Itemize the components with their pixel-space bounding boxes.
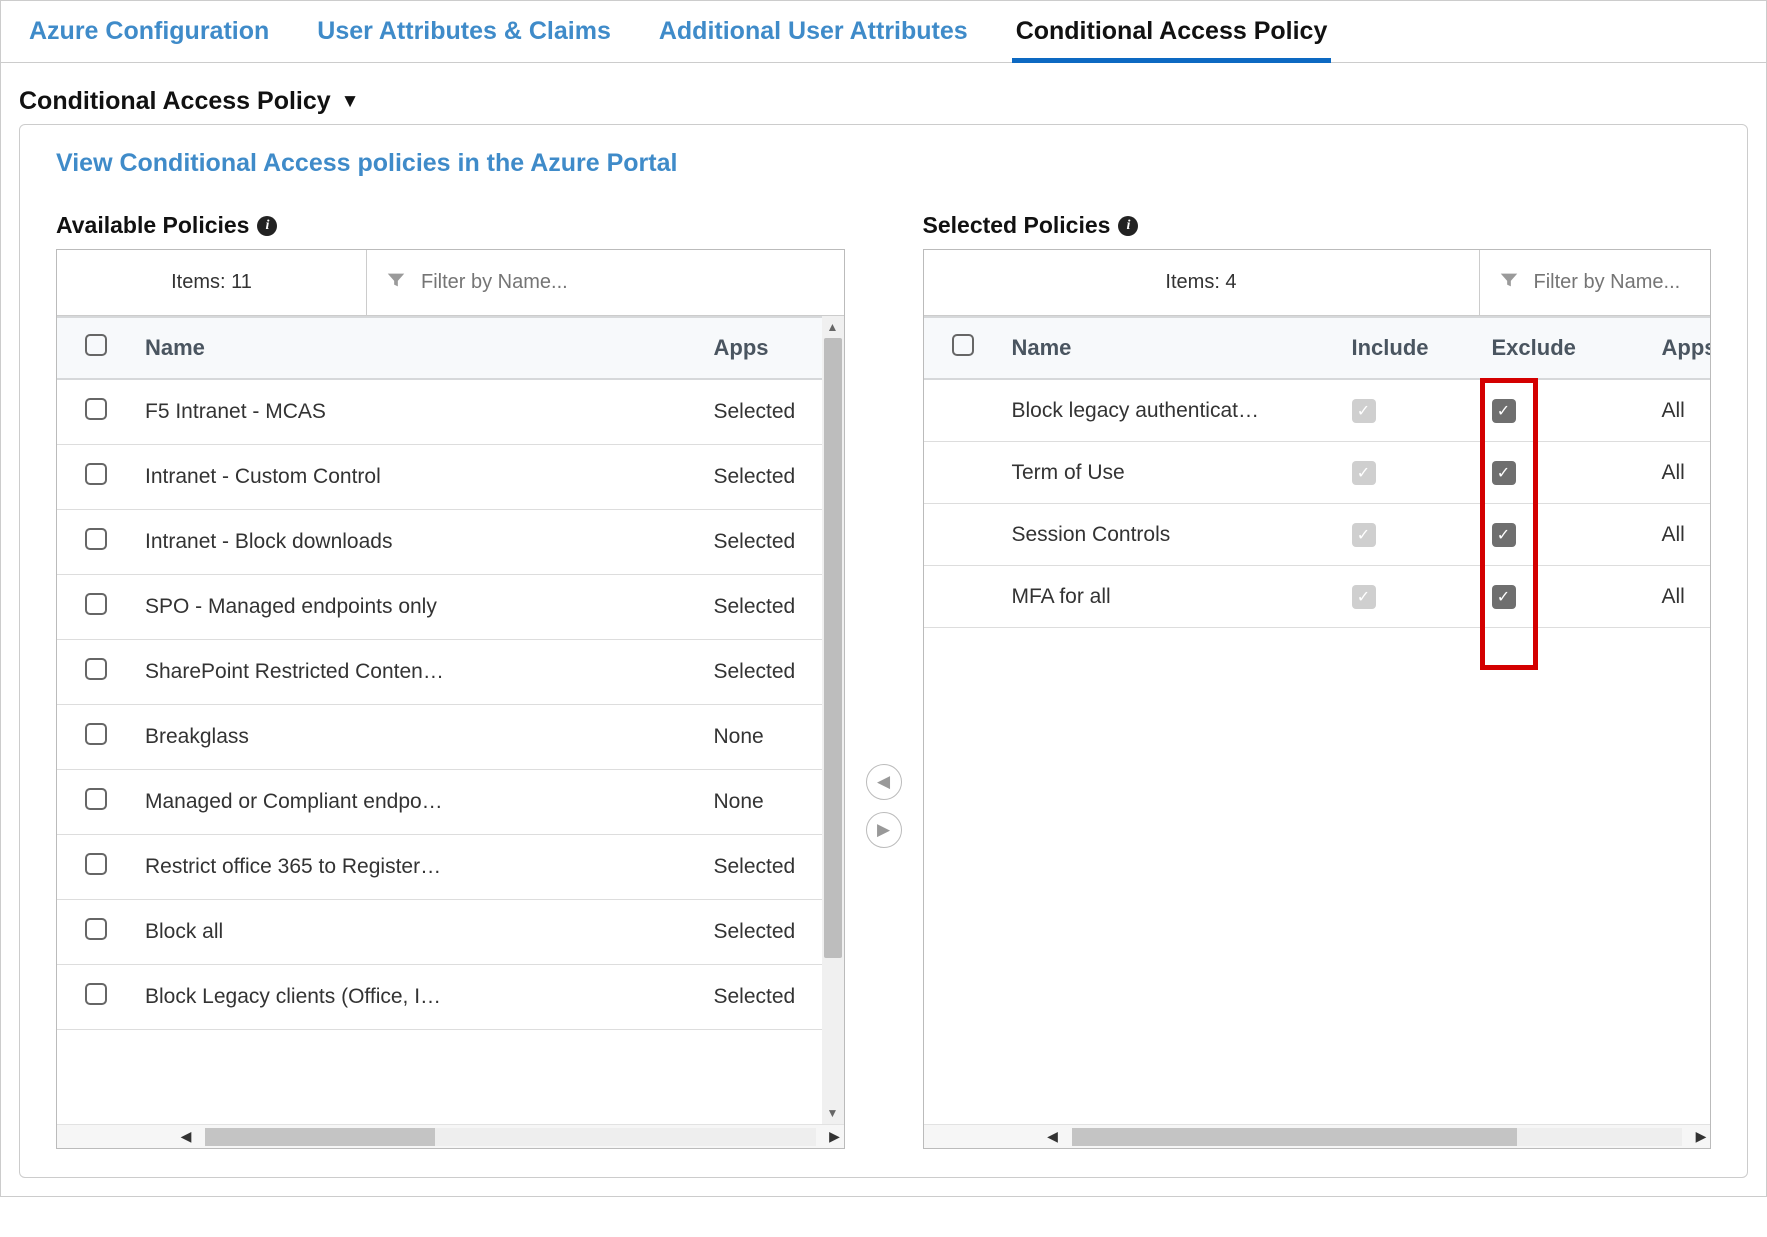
- table-row[interactable]: Managed or Compliant endpo…None: [57, 770, 844, 835]
- move-right-button[interactable]: ▶: [866, 812, 902, 848]
- policy-name: F5 Intranet - MCAS: [135, 379, 704, 445]
- move-left-button[interactable]: ◀: [866, 764, 902, 800]
- table-row[interactable]: SharePoint Restricted Conten…Selected: [57, 640, 844, 705]
- filter-icon: [1498, 269, 1520, 296]
- row-checkbox[interactable]: [85, 593, 107, 615]
- table-row[interactable]: Intranet - Block downloadsSelected: [57, 510, 844, 575]
- policy-name: Intranet - Custom Control: [135, 445, 704, 510]
- policy-name: SharePoint Restricted Conten…: [135, 640, 704, 705]
- available-items-count: Items: 11: [57, 250, 367, 315]
- policies-card: View Conditional Access policies in the …: [19, 124, 1748, 1178]
- include-checkbox[interactable]: ✓: [1352, 523, 1376, 547]
- table-row[interactable]: Intranet - Custom ControlSelected: [57, 445, 844, 510]
- exclude-checkbox[interactable]: ✓: [1492, 585, 1516, 609]
- table-row[interactable]: BreakglassNone: [57, 705, 844, 770]
- row-checkbox[interactable]: [85, 788, 107, 810]
- row-checkbox[interactable]: [85, 398, 107, 420]
- row-checkbox[interactable]: [85, 918, 107, 940]
- policy-name: Block Legacy clients (Office, I…: [135, 965, 704, 1030]
- policy-name: Term of Use: [1002, 442, 1342, 504]
- mover-buttons: ◀ ▶: [863, 462, 905, 1149]
- table-row[interactable]: MFA for all ✓ ✓ All: [924, 566, 1711, 628]
- include-checkbox[interactable]: ✓: [1352, 585, 1376, 609]
- col-include-header[interactable]: Include: [1342, 317, 1482, 379]
- row-checkbox[interactable]: [85, 983, 107, 1005]
- tab-azure-configuration[interactable]: Azure Configuration: [25, 13, 273, 62]
- tab-additional-user-attributes[interactable]: Additional User Attributes: [655, 13, 972, 62]
- selected-policies-title: Selected Policies: [923, 212, 1111, 239]
- row-checkbox[interactable]: [85, 528, 107, 550]
- vertical-scrollbar[interactable]: ▲ ▼: [822, 316, 844, 1124]
- table-row[interactable]: F5 Intranet - MCASSelected: [57, 379, 844, 445]
- available-policies-table: Name Apps F5 Intranet - MCASSelectedIntr…: [57, 316, 844, 1030]
- policy-apps: All: [1652, 566, 1711, 628]
- select-all-checkbox[interactable]: [85, 334, 107, 356]
- exclude-checkbox[interactable]: ✓: [1492, 523, 1516, 547]
- policy-name: Intranet - Block downloads: [135, 510, 704, 575]
- col-name-header[interactable]: Name: [135, 317, 704, 379]
- col-exclude-header[interactable]: Exclude: [1482, 317, 1652, 379]
- policy-apps: All: [1652, 379, 1711, 442]
- table-row[interactable]: Session Controls ✓ ✓ All: [924, 504, 1711, 566]
- horizontal-scrollbar[interactable]: ◀ ▶: [924, 1124, 1711, 1148]
- table-row[interactable]: Block legacy authenticat… ✓ ✓ All: [924, 379, 1711, 442]
- include-checkbox[interactable]: ✓: [1352, 399, 1376, 423]
- selected-policies-table: Name Include Exclude Apps Block legacy a…: [924, 316, 1711, 628]
- info-icon[interactable]: i: [257, 216, 277, 236]
- table-row[interactable]: Term of Use ✓ ✓ All: [924, 442, 1711, 504]
- exclude-checkbox[interactable]: ✓: [1492, 399, 1516, 423]
- policy-name: Restrict office 365 to Register…: [135, 835, 704, 900]
- table-row[interactable]: Block allSelected: [57, 900, 844, 965]
- policy-name: Managed or Compliant endpo…: [135, 770, 704, 835]
- selected-policies-panel: Selected Policies i Items: 4: [923, 212, 1712, 1149]
- horizontal-scrollbar[interactable]: ◀ ▶: [57, 1124, 844, 1148]
- policy-name: SPO - Managed endpoints only: [135, 575, 704, 640]
- filter-icon: [385, 269, 407, 296]
- row-checkbox[interactable]: [85, 463, 107, 485]
- row-checkbox[interactable]: [85, 853, 107, 875]
- tab-bar: Azure Configuration User Attributes & Cl…: [1, 1, 1766, 63]
- azure-portal-link[interactable]: View Conditional Access policies in the …: [56, 149, 1711, 178]
- col-name-header[interactable]: Name: [1002, 317, 1342, 379]
- table-row[interactable]: Block Legacy clients (Office, I…Selected: [57, 965, 844, 1030]
- policy-name: MFA for all: [1002, 566, 1342, 628]
- caret-down-icon: ▼: [341, 91, 360, 113]
- policy-apps: All: [1652, 504, 1711, 566]
- section-title-dropdown[interactable]: Conditional Access Policy ▼: [1, 63, 1766, 124]
- available-policies-title: Available Policies: [56, 212, 249, 239]
- available-filter-input[interactable]: [421, 271, 826, 294]
- policy-name: Session Controls: [1002, 504, 1342, 566]
- table-row[interactable]: Restrict office 365 to Register…Selected: [57, 835, 844, 900]
- app-root: Azure Configuration User Attributes & Cl…: [0, 0, 1767, 1197]
- col-apps-header[interactable]: Apps: [1652, 317, 1711, 379]
- selected-items-count: Items: 4: [924, 250, 1480, 315]
- section-title-text: Conditional Access Policy: [19, 87, 331, 116]
- include-checkbox[interactable]: ✓: [1352, 461, 1376, 485]
- tab-conditional-access-policy[interactable]: Conditional Access Policy: [1012, 13, 1332, 63]
- tab-user-attributes-claims[interactable]: User Attributes & Claims: [313, 13, 615, 62]
- policy-name: Block legacy authenticat…: [1002, 379, 1342, 442]
- policy-apps: All: [1652, 442, 1711, 504]
- policy-name: Block all: [135, 900, 704, 965]
- row-checkbox[interactable]: [85, 723, 107, 745]
- select-all-checkbox[interactable]: [952, 334, 974, 356]
- selected-filter-input[interactable]: [1534, 271, 1693, 294]
- table-row[interactable]: SPO - Managed endpoints onlySelected: [57, 575, 844, 640]
- exclude-checkbox[interactable]: ✓: [1492, 461, 1516, 485]
- row-checkbox[interactable]: [85, 658, 107, 680]
- available-policies-panel: Available Policies i Items: 11: [56, 212, 845, 1149]
- policy-name: Breakglass: [135, 705, 704, 770]
- info-icon[interactable]: i: [1118, 216, 1138, 236]
